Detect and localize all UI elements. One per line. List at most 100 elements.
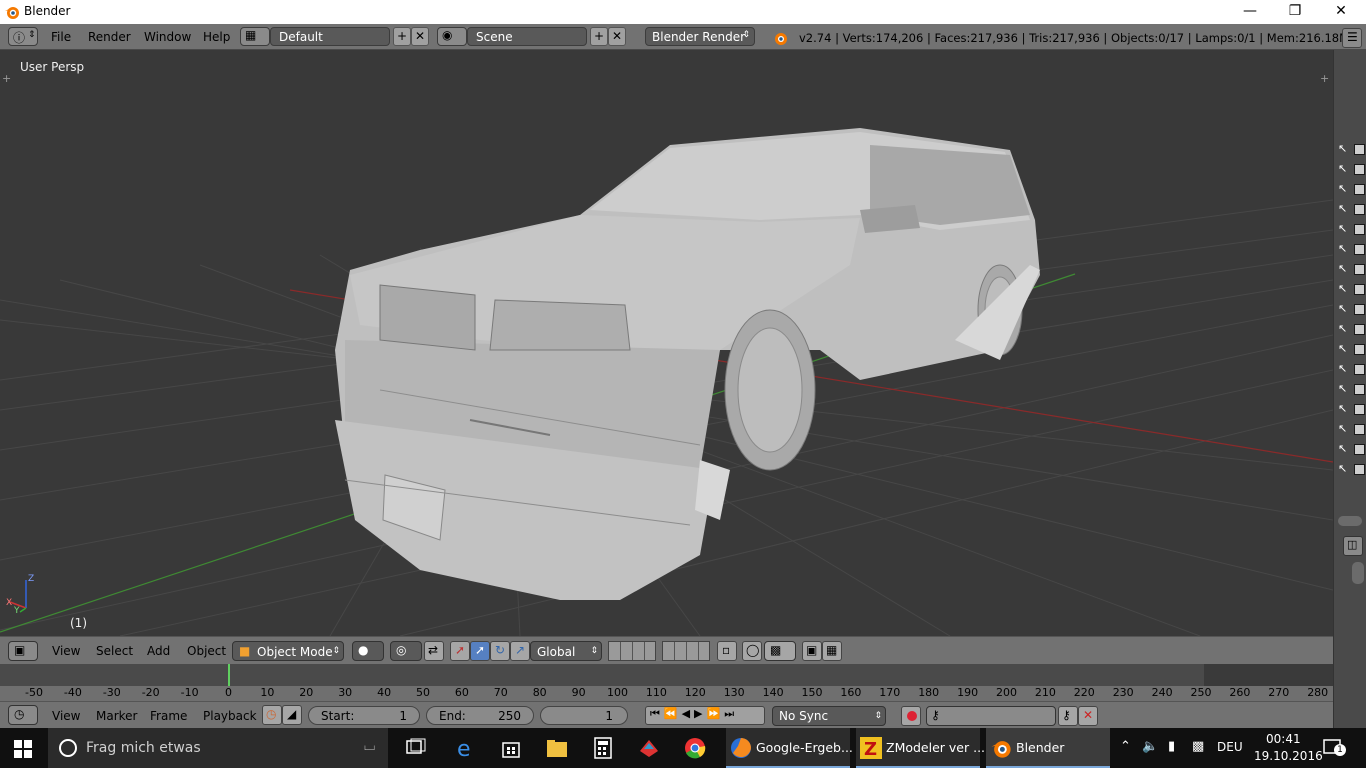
rotate-button[interactable]: ↻ [490,641,510,661]
restrict-select-icon[interactable]: ↖ [1338,282,1348,295]
delete-keyframe-button[interactable]: ✕ [1078,706,1098,726]
screen-layout-field[interactable]: Default [270,27,390,46]
scene-selector[interactable]: ◉ [437,27,467,46]
speaker-icon[interactable]: 🔈 [1142,739,1158,754]
restrict-render-icon[interactable] [1354,224,1365,235]
menu-marker[interactable]: Marker [96,709,137,723]
language-indicator[interactable]: DEU [1217,740,1243,754]
restrict-render-icon[interactable] [1354,204,1365,215]
menu-frame[interactable]: Frame [150,709,187,723]
restrict-select-icon[interactable]: ↖ [1338,422,1348,435]
restrict-select-icon[interactable]: ↖ [1338,322,1348,335]
search-box[interactable]: Frag mich etwas ⌴ [48,728,388,768]
restrict-select-icon[interactable]: ↖ [1338,182,1348,195]
restrict-select-icon[interactable]: ↖ [1338,442,1348,455]
clock-time[interactable]: 00:41 [1266,732,1301,746]
action-center-button[interactable]: 1 [1322,738,1346,758]
start-frame-field[interactable]: Start: 1 [308,706,420,725]
render-opengl-button[interactable]: ▣ [802,641,822,661]
mode-dropdown[interactable]: ■ Object Mode ⇕ [232,641,344,661]
restrict-select-icon[interactable]: ↖ [1338,202,1348,215]
keying-set-field[interactable]: ⚷ [926,706,1056,726]
task-view-icon[interactable] [405,737,427,759]
restrict-render-icon[interactable] [1354,384,1365,395]
layer-buttons-right[interactable] [662,641,710,661]
menu-select[interactable]: Select [96,644,133,658]
restrict-select-icon[interactable]: ↖ [1338,262,1348,275]
start-button[interactable] [14,740,32,758]
snap-dropdown[interactable]: ▩ [764,641,796,661]
lock-range-button[interactable]: ◢ [282,705,302,725]
clock-date[interactable]: 19.10.2016 [1254,749,1323,763]
frame-ruler[interactable]: -50 -40 -30 -20 -10 0 10 20 30 40 50 60 70 80 90 100 110… [0,686,1333,701]
playback-controls[interactable]: ⏮⏪◀▶⏩⏭ [645,706,765,725]
restrict-select-icon[interactable]: ↖ [1338,222,1348,235]
taskbar-app-blender[interactable]: Blender [986,728,1110,768]
microphone-icon[interactable]: ⌴ [364,738,375,754]
restrict-render-icon[interactable] [1354,264,1365,275]
minimize-button[interactable]: — [1227,0,1273,24]
preview-range-button[interactable]: ◷ [262,705,282,725]
restrict-select-icon[interactable]: ↖ [1338,362,1348,375]
add-screen-button[interactable]: + [393,27,411,46]
battery-icon[interactable]: ▮ [1168,739,1175,754]
editor-type-button[interactable]: ◷ [8,705,38,725]
lock-layers-button[interactable]: ▫ [717,641,737,661]
store-icon[interactable] [500,737,522,759]
sync-dropdown[interactable]: No Sync ⇕ [772,706,886,726]
edge-icon[interactable]: e [455,737,477,762]
restrict-render-icon[interactable] [1354,244,1365,255]
restrict-render-icon[interactable] [1354,324,1365,335]
delete-screen-button[interactable]: ✕ [411,27,429,46]
translate-button[interactable]: ➚ [470,641,490,661]
chrome-icon[interactable] [684,737,706,759]
file-explorer-icon[interactable] [546,737,568,759]
menu-window[interactable]: Window [144,30,191,44]
menu-render[interactable]: Render [88,30,131,44]
restrict-render-icon[interactable] [1354,364,1365,375]
restrict-select-icon[interactable]: ↖ [1338,162,1348,175]
restrict-select-icon[interactable]: ↖ [1338,402,1348,415]
layer-buttons-left[interactable] [608,641,656,661]
translate-manipulator-button[interactable]: ➚ [450,641,470,661]
toolshelf-expand-icon[interactable]: + [2,72,11,85]
restrict-render-icon[interactable] [1354,464,1365,475]
render-animation-button[interactable]: ▦ [822,641,842,661]
orientation-dropdown[interactable]: Global ⇕ [530,641,602,661]
properties-editor-button[interactable]: ◫ [1343,536,1363,556]
insert-keyframe-button[interactable]: ⚷ [1058,706,1078,726]
restrict-select-icon[interactable]: ↖ [1338,342,1348,355]
restore-button[interactable]: ❐ [1272,0,1318,24]
network-icon[interactable]: ▩ [1192,739,1204,754]
restrict-render-icon[interactable] [1354,164,1365,175]
restrict-render-icon[interactable] [1354,284,1365,295]
outliner-scrollbar[interactable] [1338,516,1362,526]
restrict-render-icon[interactable] [1354,184,1365,195]
menu-file[interactable]: File [51,30,71,44]
timeline-editor[interactable]: -50 -40 -30 -20 -10 0 10 20 30 40 50 60 70 80 90 100 110… [0,664,1333,701]
menu-add[interactable]: Add [147,644,170,658]
app-launcher-icon[interactable] [638,737,660,759]
current-frame-marker[interactable] [227,664,230,686]
restrict-select-icon[interactable]: ↖ [1338,302,1348,315]
proportional-edit-button[interactable]: ◯ [742,641,762,661]
timeline-track[interactable] [0,664,1333,686]
end-frame-field[interactable]: End: 250 [426,706,534,725]
add-scene-button[interactable]: + [590,27,608,46]
pivot-dropdown[interactable]: ◎ [390,641,422,661]
shading-dropdown[interactable]: ● [352,641,384,661]
menu-view[interactable]: View [52,644,80,658]
restrict-render-icon[interactable] [1354,144,1365,155]
editor-type-button[interactable]: ⓘ ⇕ [8,27,38,46]
calculator-icon[interactable] [592,737,614,759]
restrict-render-icon[interactable] [1354,344,1365,355]
restrict-render-icon[interactable] [1354,304,1365,315]
restrict-select-icon[interactable]: ↖ [1338,382,1348,395]
current-frame-field[interactable]: 1 [540,706,628,725]
chevron-up-icon[interactable]: ⌃ [1120,739,1131,754]
restrict-select-icon[interactable]: ↖ [1338,462,1348,475]
close-button[interactable]: ✕ [1318,0,1364,24]
taskbar-app-firefox[interactable]: Google-Ergeb... [726,728,853,768]
restrict-render-icon[interactable] [1354,404,1365,415]
restrict-select-icon[interactable]: ↖ [1338,242,1348,255]
